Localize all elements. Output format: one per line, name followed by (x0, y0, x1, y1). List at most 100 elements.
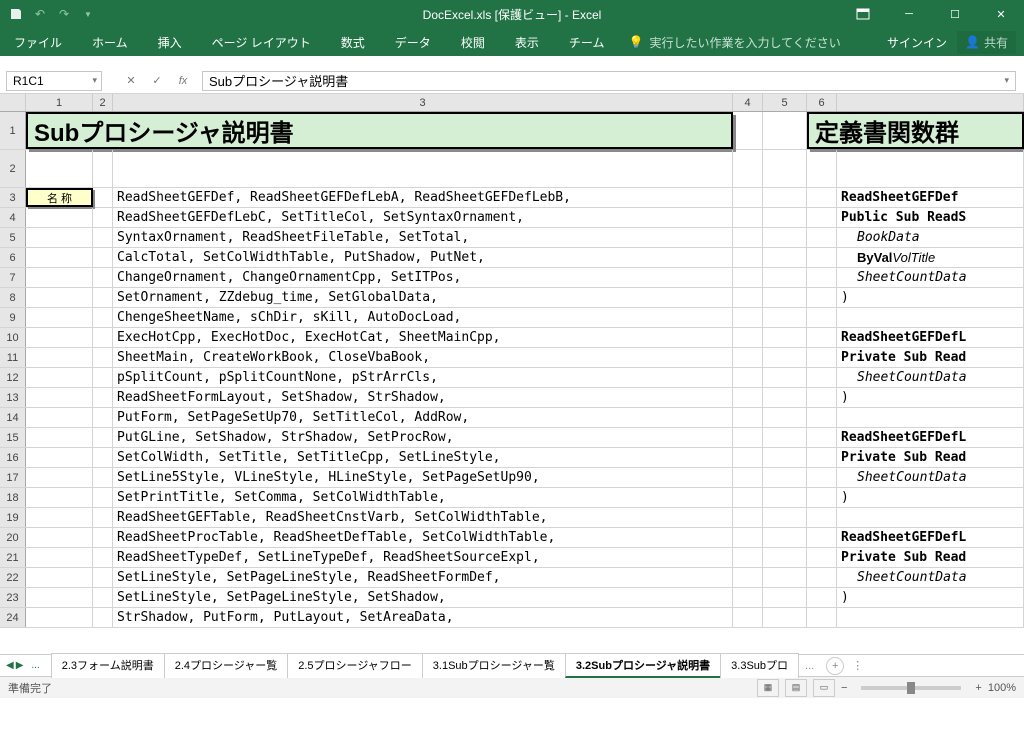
row-header[interactable]: 19 (0, 508, 26, 527)
maximize-button[interactable]: ☐ (932, 0, 978, 28)
row-header[interactable]: 23 (0, 588, 26, 607)
tell-me-search[interactable]: 💡 実行したい作業を入力してください (628, 34, 840, 51)
col-header[interactable]: 4 (733, 94, 763, 111)
save-icon[interactable] (6, 4, 26, 24)
title-cell-right[interactable]: 定義書関数群 (807, 112, 1024, 149)
row-header[interactable]: 8 (0, 288, 26, 307)
cell[interactable]: ReadSheetGEFDef, ReadSheetGEFDefLebA, Re… (113, 188, 733, 207)
cell[interactable] (837, 408, 1024, 427)
page-break-button[interactable]: ▭ (813, 679, 835, 697)
cell[interactable]: BookData (837, 228, 1024, 247)
row-header[interactable]: 2 (0, 150, 26, 187)
page-layout-button[interactable]: ▤ (785, 679, 807, 697)
share-button[interactable]: 👤 共有 (957, 31, 1016, 54)
tab-view[interactable]: 表示 (509, 30, 545, 55)
tab-insert[interactable]: 挿入 (152, 30, 188, 55)
spreadsheet-grid[interactable]: 1Subプロシージャ説明書定義書関数群23名 称ReadSheetGEFDef,… (0, 112, 1024, 654)
col-header[interactable]: 6 (807, 94, 837, 111)
cell[interactable]: ReadSheetGEFDefL (837, 528, 1024, 547)
tab-menu-icon[interactable]: ⋮ (852, 659, 863, 672)
sheet-tab[interactable]: 3.3Subプロ (720, 653, 799, 678)
zoom-in-button[interactable]: + (975, 682, 981, 694)
row-header[interactable]: 6 (0, 248, 26, 267)
cell[interactable] (837, 508, 1024, 527)
row-header[interactable]: 22 (0, 568, 26, 587)
col-header[interactable]: 3 (113, 94, 733, 111)
label-cell[interactable]: 名 称 (26, 188, 93, 207)
sheet-tab[interactable]: 3.2Subプロシージャ説明書 (565, 653, 721, 678)
col-header[interactable]: 1 (26, 94, 93, 111)
cell[interactable]: SheetCountData (837, 268, 1024, 287)
row-header[interactable]: 11 (0, 348, 26, 367)
redo-icon[interactable]: ↷ (54, 4, 74, 24)
row-header[interactable]: 5 (0, 228, 26, 247)
tab-formulas[interactable]: 数式 (335, 30, 371, 55)
tab-scroll-right-icon[interactable]: ▶ (16, 660, 24, 671)
minimize-button[interactable]: ─ (886, 0, 932, 28)
col-header[interactable]: 2 (93, 94, 113, 111)
col-header[interactable] (837, 94, 1024, 111)
cell[interactable]: CalcTotal, SetColWidthTable, PutShadow, … (113, 248, 733, 267)
cell[interactable]: ReadSheetFormLayout, SetShadow, StrShado… (113, 388, 733, 407)
row-header[interactable]: 20 (0, 528, 26, 547)
fx-icon[interactable]: fx (172, 71, 194, 91)
cell[interactable]: ) (837, 588, 1024, 607)
cell[interactable]: Private Sub Read (837, 548, 1024, 567)
row-header[interactable]: 10 (0, 328, 26, 347)
cell[interactable]: ReadSheetGEFDefL (837, 328, 1024, 347)
cancel-formula-icon[interactable]: ✕ (120, 71, 142, 91)
cell[interactable]: SetPrintTitle, SetComma, SetColWidthTabl… (113, 488, 733, 507)
zoom-level[interactable]: 100% (988, 682, 1016, 694)
col-header[interactable]: 5 (763, 94, 807, 111)
cell[interactable]: SetOrnament, ZZdebug_time, SetGlobalData… (113, 288, 733, 307)
cell[interactable]: ReadSheetGEFTable, ReadSheetCnstVarb, Se… (113, 508, 733, 527)
row-header[interactable]: 7 (0, 268, 26, 287)
sheet-tab[interactable]: 2.5プロシージャフロー (287, 653, 423, 678)
cell[interactable]: ReadSheetGEFDef (837, 188, 1024, 207)
cell[interactable]: ReadSheetTypeDef, SetLineTypeDef, ReadSh… (113, 548, 733, 567)
tab-overflow[interactable]: ... (25, 660, 45, 671)
cell[interactable]: ) (837, 388, 1024, 407)
formula-input[interactable]: Subプロシージャ説明書 (202, 71, 1016, 91)
cell[interactable]: pSplitCount, pSplitCountNone, pStrArrCls… (113, 368, 733, 387)
select-all-triangle[interactable] (0, 94, 26, 111)
tab-team[interactable]: チーム (563, 30, 611, 55)
cell[interactable]: PutForm, SetPageSetUp70, SetTitleCol, Ad… (113, 408, 733, 427)
sheet-tab[interactable]: 2.3フォーム説明書 (51, 653, 165, 678)
row-header[interactable]: 16 (0, 448, 26, 467)
cell[interactable]: SyntaxOrnament, ReadSheetFileTable, SetT… (113, 228, 733, 247)
sheet-tab[interactable]: 3.1Subプロシージャー覧 (422, 653, 566, 678)
cell[interactable]: ReadSheetGEFDefLebC, SetTitleCol, SetSyn… (113, 208, 733, 227)
row-header[interactable]: 4 (0, 208, 26, 227)
close-button[interactable]: ✕ (978, 0, 1024, 28)
row-header[interactable]: 12 (0, 368, 26, 387)
cell[interactable]: ChangeOrnament, ChangeOrnamentCpp, SetIT… (113, 268, 733, 287)
zoom-slider[interactable] (861, 686, 961, 690)
title-cell-left[interactable]: Subプロシージャ説明書 (26, 112, 733, 149)
cell[interactable] (837, 308, 1024, 327)
tab-data[interactable]: データ (389, 30, 437, 55)
cell[interactable]: Private Sub Read (837, 348, 1024, 367)
tab-review[interactable]: 校閲 (455, 30, 491, 55)
enter-formula-icon[interactable]: ✓ (146, 71, 168, 91)
cell[interactable]: SheetCountData (837, 568, 1024, 587)
tab-home[interactable]: ホーム (86, 30, 134, 55)
tab-page-layout[interactable]: ページ レイアウト (206, 30, 317, 55)
cell[interactable]: StrShadow, PutForm, PutLayout, SetAreaDa… (113, 608, 733, 627)
cell[interactable]: SetLineStyle, SetPageLineStyle, ReadShee… (113, 568, 733, 587)
cell[interactable]: SetColWidth, SetTitle, SetTitleCpp, SetL… (113, 448, 733, 467)
name-box[interactable]: R1C1 (6, 71, 102, 91)
sheet-tab[interactable]: 2.4プロシージャー覧 (164, 653, 289, 678)
cell[interactable]: ChengeSheetName, sChDir, sKill, AutoDocL… (113, 308, 733, 327)
qat-dropdown-icon[interactable]: ▼ (78, 4, 98, 24)
cell[interactable]: SetLineStyle, SetPageLineStyle, SetShado… (113, 588, 733, 607)
tab-file[interactable]: ファイル (8, 30, 68, 55)
cell[interactable]: PutGLine, SetShadow, StrShadow, SetProcR… (113, 428, 733, 447)
normal-view-button[interactable]: ▦ (757, 679, 779, 697)
cell[interactable]: SheetMain, CreateWorkBook, CloseVbaBook, (113, 348, 733, 367)
tab-scroll-left-icon[interactable]: ◀ (6, 660, 14, 671)
cell[interactable]: SheetCountData (837, 468, 1024, 487)
cell[interactable]: ExecHotCpp, ExecHotDoc, ExecHotCat, Shee… (113, 328, 733, 347)
cell[interactable]: ) (837, 288, 1024, 307)
ribbon-display-button[interactable] (840, 0, 886, 28)
